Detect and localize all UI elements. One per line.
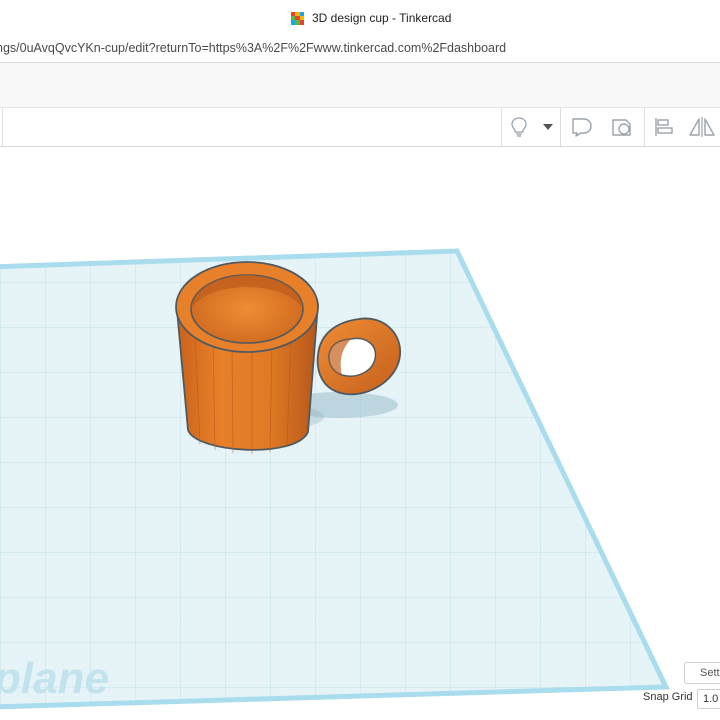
align-icon[interactable] xyxy=(648,108,678,146)
toolbar-divider xyxy=(2,108,3,146)
url-text[interactable]: ngs/0uAvqQvcYKn-cup/edit?returnTo=https%… xyxy=(0,41,506,55)
note-icon[interactable] xyxy=(606,108,638,146)
address-bar[interactable]: ngs/0uAvqQvcYKn-cup/edit?returnTo=https%… xyxy=(0,36,720,63)
3d-viewport[interactable]: plane xyxy=(0,147,720,720)
editor-toolbar xyxy=(0,108,720,147)
window-title-group: 3D design cup - Tinkercad xyxy=(291,9,451,27)
cup-body[interactable] xyxy=(175,261,319,454)
app-header xyxy=(0,63,720,108)
snap-grid-select[interactable]: 1.0 mm xyxy=(697,689,720,709)
window-titlebar: 3D design cup - Tinkercad xyxy=(0,0,720,37)
snap-grid-label: Snap Grid xyxy=(643,691,693,703)
workplane-grid xyxy=(0,248,670,710)
dropdown-caret-icon[interactable] xyxy=(538,108,558,146)
workplane-svg[interactable]: plane xyxy=(0,147,720,720)
toolbar-divider xyxy=(644,108,645,146)
speech-bubble-icon[interactable] xyxy=(566,108,598,146)
toolbar-divider xyxy=(560,108,561,146)
workplane-watermark: plane xyxy=(0,654,109,703)
tinkercad-logo-icon xyxy=(291,11,304,25)
settings-button[interactable]: Settings xyxy=(684,662,720,684)
lightbulb-icon[interactable] xyxy=(506,108,532,146)
toolbar-divider xyxy=(501,108,502,146)
window-title: 3D design cup - Tinkercad xyxy=(312,11,452,25)
mirror-icon[interactable] xyxy=(684,108,720,146)
